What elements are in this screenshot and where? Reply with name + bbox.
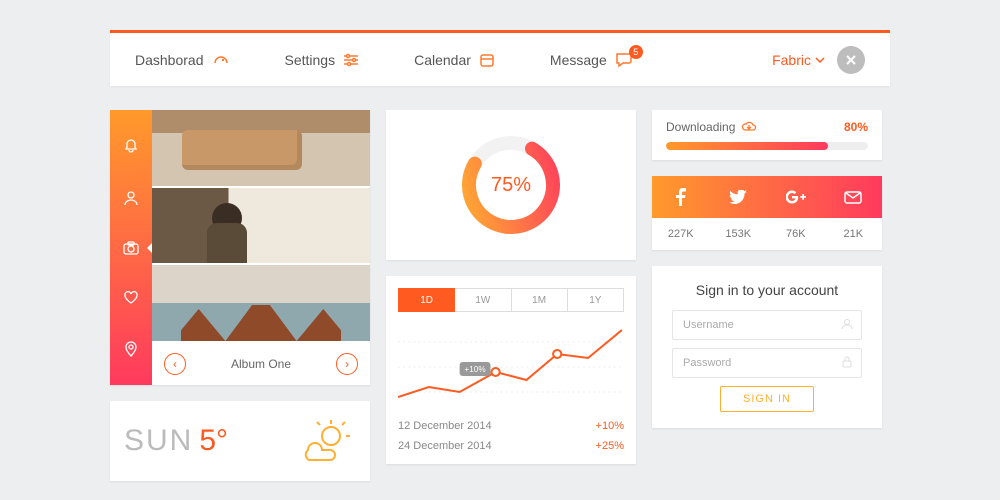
weather-card: SUN 5° xyxy=(110,401,370,481)
rail-notifications[interactable] xyxy=(110,138,152,154)
nav-label: Message xyxy=(550,52,607,68)
album-next-button[interactable]: › xyxy=(336,353,358,375)
album-nav: ‹ Album One › xyxy=(152,343,370,385)
chart-row: 24 December 2014 +25% xyxy=(398,440,624,452)
range-1m-button[interactable]: 1M xyxy=(512,288,568,312)
top-navbar: Dashborad Settings Calendar Message 5 Fa… xyxy=(110,30,890,86)
mail-icon xyxy=(844,191,862,204)
user-menu[interactable]: Fabric xyxy=(772,46,865,74)
chart-change: +10% xyxy=(596,420,624,432)
social-card: 227K 153K 76K 21K xyxy=(652,176,882,250)
weather-temp: 5° xyxy=(199,424,228,458)
gallery-rail xyxy=(110,110,152,385)
range-1d-button[interactable]: 1D xyxy=(398,288,455,312)
message-badge: 5 xyxy=(629,45,643,59)
signin-card: Sign in to your account Username Passwor… xyxy=(652,266,882,428)
chart-date: 12 December 2014 xyxy=(398,420,492,432)
rail-camera[interactable] xyxy=(110,241,152,255)
signin-title: Sign in to your account xyxy=(672,282,862,298)
download-percent: 80% xyxy=(844,120,868,134)
chart-date: 24 December 2014 xyxy=(398,440,492,452)
email-button[interactable] xyxy=(825,176,883,218)
facebook-icon xyxy=(676,188,686,206)
pin-icon xyxy=(124,341,138,357)
social-count: 227K xyxy=(652,218,710,250)
social-count: 76K xyxy=(767,218,825,250)
bell-icon xyxy=(123,138,139,154)
password-input[interactable]: Password xyxy=(672,348,862,378)
album-title: Album One xyxy=(231,357,291,371)
user-icon xyxy=(841,318,853,333)
nav-message[interactable]: Message 5 xyxy=(550,52,647,68)
social-count: 21K xyxy=(825,218,883,250)
rail-location[interactable] xyxy=(110,341,152,357)
sparkline: +10% xyxy=(398,322,624,412)
signin-button[interactable]: SIGN IN xyxy=(720,386,814,412)
progress-bar xyxy=(666,142,868,150)
username-input[interactable]: Username xyxy=(672,310,862,340)
user-name: Fabric xyxy=(772,52,811,68)
twitter-icon xyxy=(729,190,747,205)
gallery-thumb[interactable] xyxy=(152,188,370,266)
gallery-thumb[interactable] xyxy=(152,265,370,343)
avatar xyxy=(837,46,865,74)
password-placeholder: Password xyxy=(683,357,731,369)
donut-value: 75% xyxy=(491,174,531,197)
gallery-card: ‹ Album One › xyxy=(110,110,370,385)
download-label: Downloading xyxy=(666,120,735,134)
download-card: Downloading 80% xyxy=(652,110,882,160)
nav-dashboard[interactable]: Dashborad xyxy=(135,52,230,68)
nav-label: Dashborad xyxy=(135,52,204,68)
social-count: 153K xyxy=(710,218,768,250)
heart-icon xyxy=(123,291,139,305)
gallery-thumb[interactable] xyxy=(152,110,370,188)
weather-day: SUN xyxy=(124,424,193,458)
nav-label: Settings xyxy=(285,52,336,68)
range-selector: 1D 1W 1M 1Y xyxy=(398,288,624,312)
svg-text:+10%: +10% xyxy=(464,365,485,374)
sun-icon xyxy=(296,416,356,466)
rail-user[interactable] xyxy=(110,190,152,206)
progress-fill xyxy=(666,142,828,150)
sliders-icon xyxy=(343,53,359,67)
twitter-button[interactable] xyxy=(710,176,768,218)
line-chart-card: 1D 1W 1M 1Y +10% 12 December 2014 +10% xyxy=(386,276,636,464)
album-prev-button[interactable]: ‹ xyxy=(164,353,186,375)
gallery-thumbs: ‹ Album One › xyxy=(152,110,370,385)
calendar-icon xyxy=(479,52,495,68)
nav-calendar[interactable]: Calendar xyxy=(414,52,495,68)
username-placeholder: Username xyxy=(683,319,734,331)
user-icon xyxy=(123,190,139,206)
lock-icon xyxy=(841,356,853,371)
donut-chart-card: 75% xyxy=(386,110,636,260)
chevron-down-icon xyxy=(815,56,825,64)
chart-row: 12 December 2014 +10% xyxy=(398,420,624,432)
chart-change: +25% xyxy=(596,440,624,452)
rail-favorites[interactable] xyxy=(110,291,152,305)
nav-label: Calendar xyxy=(414,52,471,68)
camera-icon xyxy=(123,241,139,255)
cloud-download-icon xyxy=(741,121,757,133)
googleplus-icon xyxy=(786,190,806,204)
dashboard-icon xyxy=(212,53,230,67)
range-1y-button[interactable]: 1Y xyxy=(568,288,624,312)
nav-settings[interactable]: Settings xyxy=(285,52,360,68)
googleplus-button[interactable] xyxy=(767,176,825,218)
facebook-button[interactable] xyxy=(652,176,710,218)
range-1w-button[interactable]: 1W xyxy=(455,288,511,312)
